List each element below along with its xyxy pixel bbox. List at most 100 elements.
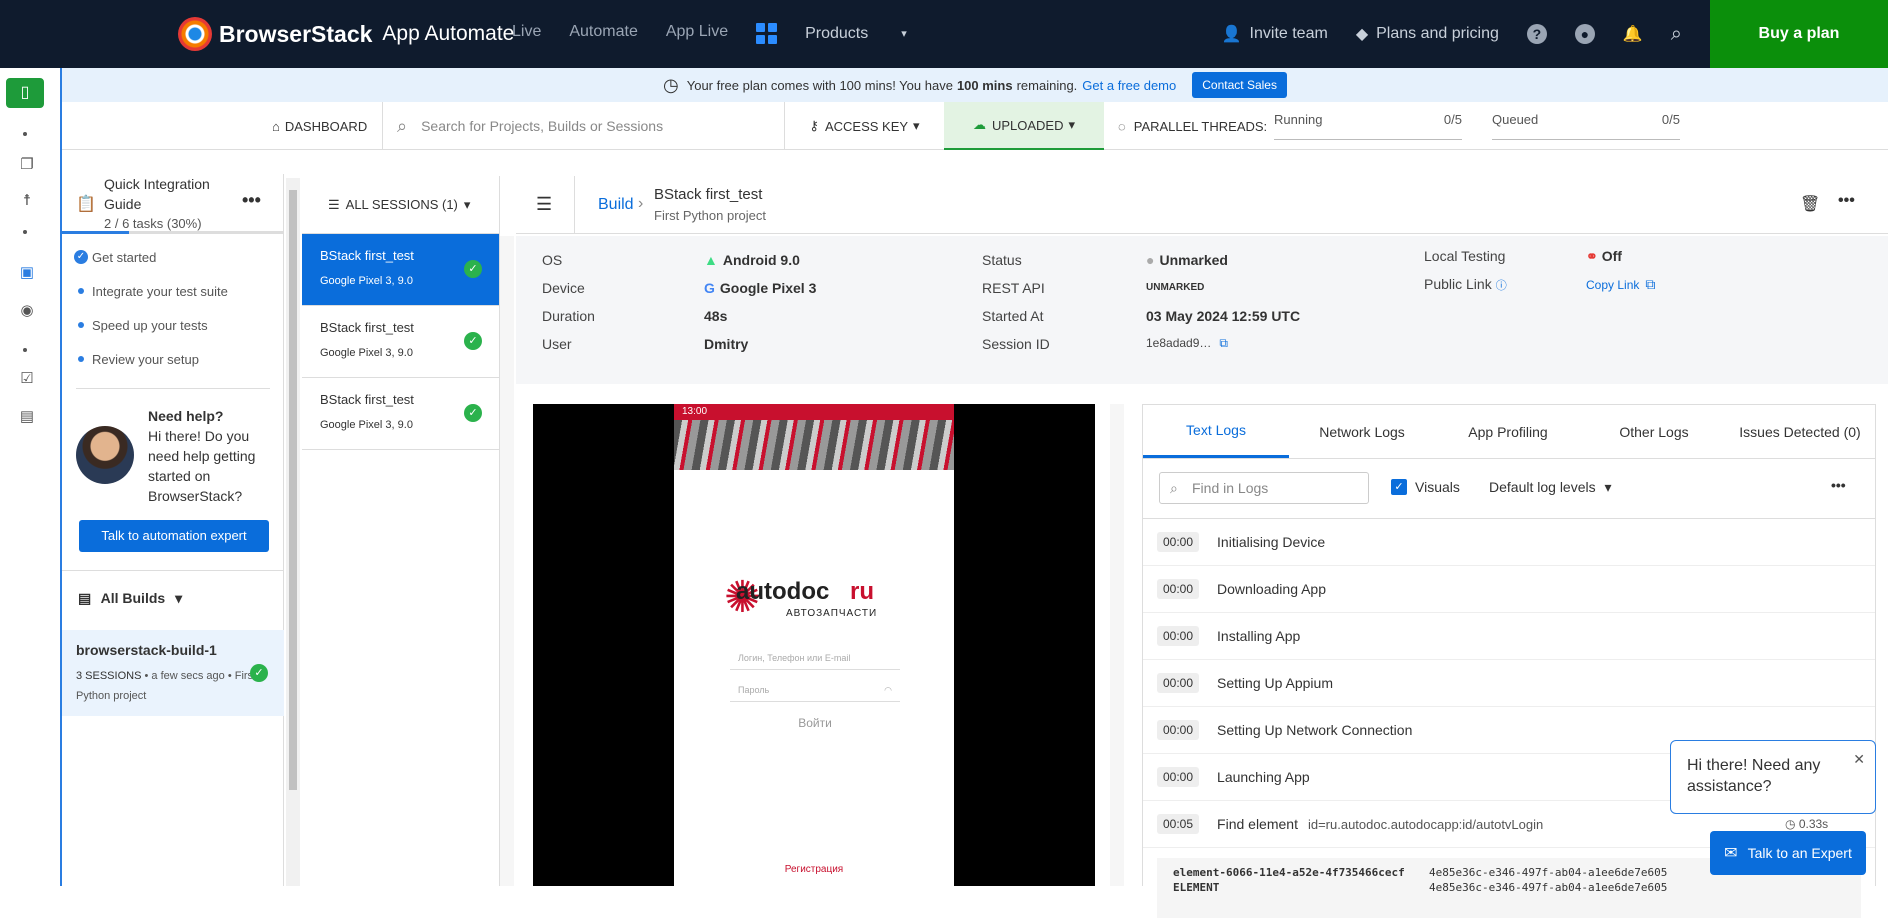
step-bullet [78, 356, 84, 362]
build-list-item[interactable]: browserstack-build-1 3 SESSIONS • a few … [62, 630, 284, 716]
step-speed-up[interactable]: Speed up your tests [74, 318, 228, 352]
nav-live[interactable]: Live [512, 23, 541, 44]
contact-sales-button[interactable]: Contact Sales [1192, 72, 1287, 98]
log-row[interactable]: 00:00 Initialising Device [1143, 519, 1875, 566]
all-sessions-dropdown[interactable]: ☰ ALL SESSIONS (1) ▾ [302, 176, 499, 234]
plans-pricing-link[interactable]: ◆ Plans and pricing [1356, 24, 1499, 44]
help-button[interactable]: ? [1526, 24, 1547, 44]
log-timestamp[interactable]: 00:00 [1157, 532, 1200, 552]
login-input[interactable]: Логин, Телефон или E-mail [730, 646, 900, 670]
logo-main-text: autodoc [736, 578, 830, 605]
info-icon[interactable]: ⓘ [1496, 280, 1507, 292]
eye-icon[interactable]: ◠ [884, 678, 892, 702]
log-row[interactable]: 00:00 Setting Up Appium [1143, 660, 1875, 707]
device-screen[interactable]: 13:00 ✺ autodoc ru АВТОЗАПЧАСТИ Логин, Т… [674, 404, 954, 886]
log-row[interactable]: 00:00 Downloading App [1143, 566, 1875, 613]
accessibility-icon[interactable]: ☨ [18, 192, 36, 210]
search-input[interactable]: ⌕ Search for Projects, Builds or Session… [382, 102, 714, 150]
browserstack-logo[interactable]: BrowserStack App Automate [178, 17, 514, 51]
app-live-icon[interactable]: ❐ [18, 156, 36, 174]
session-name: BStack first_test [320, 392, 414, 407]
log-text: Setting Up Appium [1217, 675, 1333, 691]
step-get-started[interactable]: ✓ Get started [74, 250, 228, 284]
tab-other-logs[interactable]: Other Logs [1581, 405, 1727, 458]
banner-text-after: remaining. [1016, 77, 1078, 93]
log-timestamp[interactable]: 00:00 [1157, 720, 1200, 740]
session-list-item[interactable]: BStack first_test Google Pixel 3, 9.0 ✓ [302, 234, 499, 306]
phone-status-bar: 13:00 [674, 404, 954, 420]
password-input[interactable]: Пароль ◠ [730, 678, 900, 702]
chevron-down-icon: ▾ [1604, 479, 1612, 495]
session-list-item[interactable]: BStack first_test Google Pixel 3, 9.0 ✓ [302, 378, 499, 450]
buy-plan-button[interactable]: Buy a plan [1710, 0, 1888, 68]
log-row[interactable]: 00:00 Installing App [1143, 613, 1875, 660]
log-timestamp[interactable]: 00:00 [1157, 626, 1200, 646]
access-key-button[interactable]: ⚷ ACCESS KEY ▾ [784, 102, 944, 150]
device-scrollbar[interactable] [1110, 404, 1124, 886]
visuals-checkbox[interactable]: ✓ Visuals [1391, 479, 1460, 495]
all-builds-dropdown[interactable]: ▤ All Builds ▾ [78, 590, 182, 607]
login-button[interactable]: Войти [730, 716, 900, 730]
products-menu[interactable]: Products ▾ [756, 23, 935, 44]
nav-automate[interactable]: Automate [569, 23, 637, 44]
tab-app-profiling[interactable]: App Profiling [1435, 405, 1581, 458]
android-icon: ▲ [704, 252, 718, 268]
breadcrumb-build[interactable]: Build [598, 196, 634, 214]
log-text: Launching App [1217, 769, 1310, 785]
log-levels-dropdown[interactable]: Default log levels ▾ [1489, 479, 1612, 496]
more-options-icon[interactable]: ••• [242, 190, 261, 211]
step-integrate[interactable]: Integrate your test suite [74, 284, 228, 318]
more-options-icon[interactable]: ••• [1831, 477, 1846, 493]
guide-scrollbar[interactable] [286, 178, 300, 886]
talk-to-expert-button[interactable]: ✉ Talk to an Expert [1710, 831, 1866, 875]
app-percy-icon[interactable]: ▤ [18, 408, 36, 426]
code-value: 4e85e36c-e346-497f-ab04-a1ee6de7e605 [1429, 881, 1668, 894]
mobile-device-icon[interactable]: ▯ [6, 78, 44, 108]
log-timestamp[interactable]: 00:05 [1157, 814, 1200, 834]
log-timestamp[interactable]: 00:00 [1157, 579, 1200, 599]
nav-app-live[interactable]: App Live [666, 23, 728, 44]
dashboard-label: DASHBOARD [284, 118, 368, 134]
help-title: Need help? [148, 408, 224, 424]
notifications-button[interactable]: 🔔 [1623, 24, 1643, 44]
copy-link-label: Copy Link [1586, 278, 1640, 292]
copy-icon[interactable]: ⧉ [1219, 336, 1228, 350]
register-link[interactable]: Регистрация [674, 864, 954, 875]
guide-progress-text: 2 / 6 tasks (30%) [104, 216, 202, 231]
free-demo-link[interactable]: Get a free demo [1082, 78, 1176, 93]
step-label: Review your setup [92, 352, 199, 367]
close-icon[interactable]: ✕ [1853, 749, 1865, 770]
tab-text-logs[interactable]: Text Logs [1143, 405, 1289, 458]
tab-issues-detected[interactable]: Issues Detected (0) [1727, 405, 1873, 458]
rail-separator-dot [23, 132, 27, 136]
local-testing-value: ⚭ Off [1586, 248, 1622, 265]
app-automate-icon[interactable]: ▣ [18, 264, 36, 282]
sessions-scrollbar[interactable] [500, 236, 514, 886]
search-button[interactable]: ⌕ [1671, 23, 1682, 46]
browserstack-logo-icon [178, 17, 212, 51]
percy-eye-icon[interactable]: ◉ [18, 302, 36, 320]
find-in-logs-input[interactable]: ⌕ Find in Logs [1159, 472, 1369, 504]
dashboard-link[interactable]: ⌂ DASHBOARD [272, 102, 367, 150]
talk-automation-expert-button[interactable]: Talk to automation expert [79, 520, 269, 552]
session-list-item[interactable]: BStack first_test Google Pixel 3, 9.0 ✓ [302, 306, 499, 378]
test-management-icon[interactable]: ☑ [18, 370, 36, 388]
tab-network-logs[interactable]: Network Logs [1289, 405, 1435, 458]
login-placeholder: Логин, Телефон или E-mail [738, 653, 851, 663]
password-placeholder: Пароль [738, 685, 770, 695]
log-timestamp[interactable]: 00:00 [1157, 767, 1200, 787]
uploaded-apps-button[interactable]: ☁ UPLOADED ▾ [944, 102, 1104, 150]
key-icon: ⚷ [809, 118, 819, 133]
more-options-icon[interactable]: ••• [1838, 192, 1855, 210]
products-grid-icon [756, 23, 778, 44]
search-icon: ⌕ [397, 115, 408, 136]
log-timestamp[interactable]: 00:00 [1157, 673, 1200, 693]
account-button[interactable]: ● [1574, 24, 1595, 44]
step-review[interactable]: Review your setup [74, 352, 228, 386]
copy-link-button[interactable]: Copy Link ⧉ [1586, 276, 1655, 293]
trash-icon[interactable]: 🗑 [1800, 194, 1820, 214]
rest-api-value: UNMARKED [1146, 282, 1205, 293]
chevron-down-icon: ▾ [175, 590, 183, 606]
invite-team-button[interactable]: 👤 Invite team [1222, 24, 1328, 44]
collapse-panel-icon[interactable]: ☰ [536, 194, 552, 215]
